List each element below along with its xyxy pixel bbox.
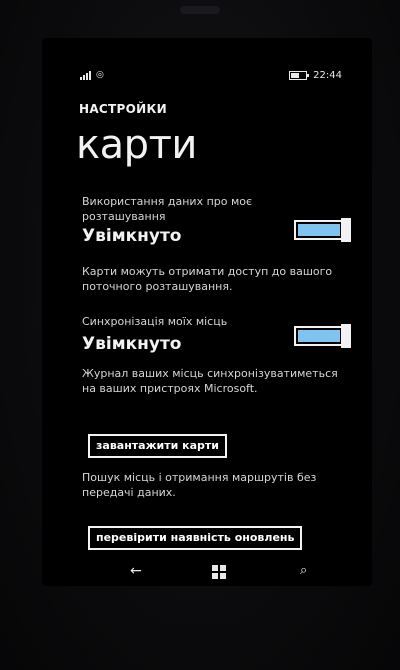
phone-screen: ◎ 22:44 НАСТРОЙКИ карти Використання дан… <box>42 38 372 586</box>
sync-toggle-thumb[interactable] <box>341 324 351 348</box>
location-setting-value: Увімкнуто <box>82 226 182 246</box>
location-setting-description: Карти можуть отримати доступ до вашого п… <box>82 265 333 293</box>
sync-setting-label: Синхронізація моїх місць <box>82 315 228 328</box>
download-maps-description: Пошук місць і отримання маршрутів без пе… <box>82 471 317 499</box>
status-time: 22:44 <box>313 70 342 81</box>
location-toggle-thumb[interactable] <box>341 218 351 242</box>
phone-body: ◎ 22:44 НАСТРОЙКИ карти Використання дан… <box>0 0 400 670</box>
download-maps-button[interactable]: завантажити карти <box>88 434 228 458</box>
nav-bar: ← ⌕ <box>42 558 372 586</box>
phone-earpiece <box>180 6 220 14</box>
app-name: НАСТРОЙКИ <box>79 102 167 116</box>
battery-icon <box>289 71 310 80</box>
check-updates-button[interactable]: перевірити наявність оновлень <box>88 526 303 550</box>
location-toggle[interactable] <box>294 218 351 242</box>
windows-start-icon[interactable] <box>212 565 226 579</box>
sync-toggle-fill <box>298 330 340 342</box>
signal-icon <box>80 70 91 80</box>
sync-setting-value: Увімкнуто <box>82 334 182 354</box>
sync-toggle[interactable] <box>294 324 351 348</box>
back-icon[interactable]: ← <box>130 563 142 579</box>
location-setting-label: Використання даних про моє розташування <box>82 195 253 223</box>
page-title: карти <box>76 122 197 168</box>
status-left: ◎ <box>80 70 104 80</box>
sync-setting-description: Журнал ваших місць синхронізуватиметься … <box>82 367 338 395</box>
search-icon[interactable]: ⌕ <box>300 563 307 578</box>
location-toggle-fill <box>298 224 340 236</box>
status-right: 22:44 <box>289 70 342 81</box>
status-bar: ◎ 22:44 <box>42 70 372 86</box>
data-icon: ◎ <box>96 70 104 80</box>
